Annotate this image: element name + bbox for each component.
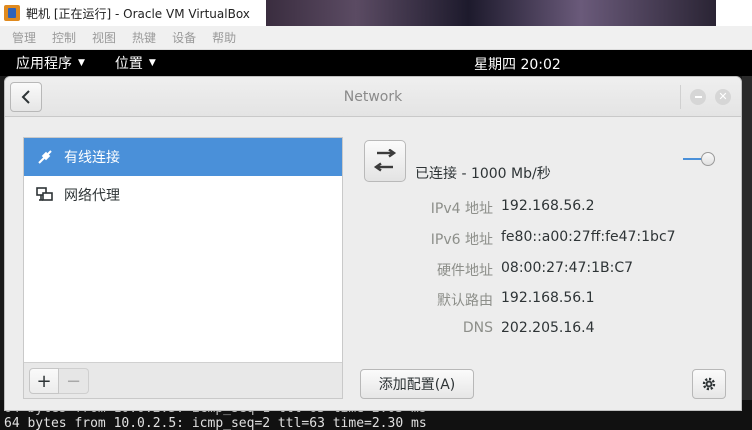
vbox-menu-hotkey[interactable]: 热键: [132, 29, 156, 46]
toggle-knob: [701, 152, 715, 166]
detail-label: 硬件地址: [437, 263, 493, 279]
connection-list: 有线连接 网络代理 + −: [23, 137, 343, 399]
connection-item-label: 有线连接: [64, 150, 120, 166]
network-proxy-icon: [36, 186, 54, 204]
terminal-line: 64 bytes from 10.0.2.5: icmp_seq=2 ttl=6…: [4, 416, 427, 430]
settings-headerbar: Network ✕: [5, 77, 741, 117]
host-window-title: 靶机 [正在运行] - Oracle VM VirtualBox: [26, 6, 250, 21]
clock[interactable]: 星期四 20:02: [474, 54, 561, 74]
settings-title: Network: [343, 89, 403, 105]
detail-value: 192.168.56.2: [501, 198, 595, 214]
detail-row-ipv4: IPv4 地址 192.168.56.2: [365, 198, 705, 218]
network-transfer-icon: [364, 140, 406, 182]
minimize-button[interactable]: [690, 89, 706, 105]
connection-item-label: 网络代理: [64, 188, 120, 204]
detail-value: 202.205.16.4: [501, 320, 595, 336]
detail-value: 192.168.56.1: [501, 290, 595, 306]
desktop-background-strip: [742, 76, 752, 400]
detail-value: 08:00:27:47:1B:C7: [501, 260, 634, 276]
virtualbox-app-icon: [4, 5, 20, 21]
applications-menu[interactable]: 应用程序 ▼: [16, 53, 85, 73]
vbox-menu-manage[interactable]: 管理: [12, 29, 36, 46]
vbox-menu-help[interactable]: 帮助: [212, 29, 236, 46]
detail-row-dns: DNS 202.205.16.4: [365, 320, 705, 340]
connection-list-toolbar: + −: [24, 362, 342, 398]
host-background-thumbnail: [266, 0, 716, 26]
detail-label: IPv4 地址: [430, 201, 493, 217]
vbox-menu-control[interactable]: 控制: [52, 29, 76, 46]
wired-network-icon: [36, 148, 54, 166]
connection-item-wired[interactable]: 有线连接: [24, 138, 342, 176]
host-titlebar: 靶机 [正在运行] - Oracle VM VirtualBox: [0, 0, 752, 26]
applications-label: 应用程序: [16, 56, 72, 72]
add-connection-button[interactable]: +: [29, 368, 59, 394]
detail-value: fe80::a00:27ff:fe47:1bc7: [501, 229, 676, 245]
detail-row-hardware: 硬件地址 08:00:27:47:1B:C7: [365, 260, 705, 280]
detail-label: IPv6 地址: [430, 232, 493, 248]
detail-label: DNS: [462, 320, 493, 336]
connection-item-proxy[interactable]: 网络代理: [24, 176, 342, 214]
detail-label: 默认路由: [437, 293, 493, 309]
connection-status: 已连接 - 1000 Mb/秒: [415, 166, 551, 182]
gear-icon: [702, 377, 716, 391]
places-menu[interactable]: 位置 ▼: [115, 53, 156, 73]
detail-row-gateway: 默认路由 192.168.56.1: [365, 290, 705, 310]
close-button[interactable]: ✕: [715, 89, 731, 105]
vbox-menu-view[interactable]: 视图: [92, 29, 116, 46]
connection-settings-button[interactable]: [692, 369, 726, 399]
connection-toggle-switch[interactable]: [681, 151, 719, 167]
network-settings-window: Network ✕ 有线连接 网络代理 + − 已连接 - 1000 Mb/秒 …: [4, 76, 742, 411]
caret-down-icon: ▼: [148, 58, 156, 68]
add-configuration-button[interactable]: 添加配置(A): [360, 369, 474, 399]
vbox-menu-devices[interactable]: 设备: [172, 29, 196, 46]
vbox-menubar: 管理 控制 视图 热键 设备 帮助: [0, 26, 752, 50]
detail-row-ipv6: IPv6 地址 fe80::a00:27ff:fe47:1bc7: [365, 229, 705, 249]
places-label: 位置: [114, 56, 143, 72]
remove-connection-button[interactable]: −: [59, 368, 89, 394]
header-separator: [680, 85, 681, 109]
caret-down-icon: ▼: [78, 58, 85, 68]
gnome-topbar: 应用程序 ▼ 位置 ▼ 星期四 20:02: [0, 50, 752, 76]
